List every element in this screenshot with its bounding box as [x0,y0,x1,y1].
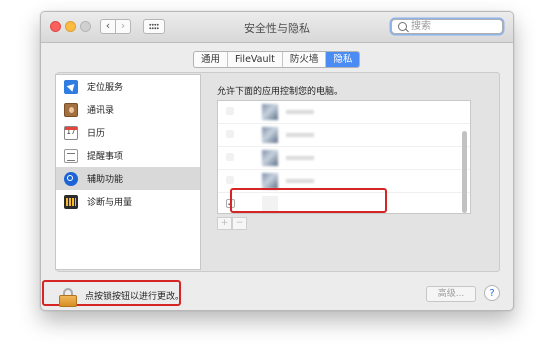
app-checkbox[interactable] [226,176,234,184]
search-placeholder: 搜索 [411,21,431,32]
sidebar-item-label: 辅助功能 [87,175,124,185]
sidebar-item-contacts[interactable]: 通讯录 [56,98,200,121]
advanced-button[interactable]: 高级... [426,286,476,302]
sidebar-item-label: 诊断与用量 [87,198,133,208]
sidebar-item-accessibility[interactable]: 辅助功能 [56,167,200,190]
sidebar-item-diagnostics[interactable]: 诊断与用量 [56,190,200,213]
app-checkbox[interactable] [226,107,234,115]
app-checkbox[interactable] [226,130,234,138]
blurred-app-name [286,110,314,114]
tab-filevault[interactable]: FileVault [228,52,283,67]
app-checkbox[interactable] [226,153,234,161]
tab-general[interactable]: 通用 [194,52,229,67]
tab-firewall[interactable]: 防火墙 [283,52,327,67]
blurred-app-name [286,156,314,160]
privacy-sidebar: 定位服务 通讯录 17 日历 提醒事项 辅助功能 诊断与用量 [55,74,201,270]
diagnostics-icon [64,194,78,209]
remove-app-button[interactable]: − [232,217,247,230]
lock-body [59,295,77,307]
list-item [218,101,470,124]
blurred-app-icon [262,104,278,120]
add-app-button[interactable]: + [217,217,232,230]
sidebar-item-label: 提醒事项 [87,152,124,162]
sidebar-item-reminders[interactable]: 提醒事项 [56,144,200,167]
list-scrollbar[interactable] [462,131,467,213]
sidebar-item-calendar[interactable]: 17 日历 [56,121,200,144]
preferences-window: ‹ › 安全性与隐私 搜索 通用 FileVault 防火墙 隐私 定位服务 通… [40,11,514,311]
blurred-app-name [286,179,314,183]
search-icon [398,22,407,31]
highlight-box-app-row [230,188,387,213]
lock-icon[interactable] [59,288,77,308]
title-bar: ‹ › 安全性与隐私 搜索 [41,12,513,43]
tab-bar: 通用 FileVault 防火墙 隐私 [193,51,361,68]
lock-status-text: 点按锁按钮以进行更改。 [85,292,185,302]
blurred-app-icon [262,150,278,166]
sidebar-item-label: 定位服务 [87,83,124,93]
accessibility-icon [64,171,78,186]
blurred-app-icon [262,127,278,143]
blurred-app-icon [262,173,278,189]
location-arrow-icon [64,79,78,94]
reminders-list-icon [64,148,78,163]
list-item [218,147,470,170]
sidebar-item-label: 通讯录 [87,106,115,116]
sidebar-item-location[interactable]: 定位服务 [56,75,200,98]
calendar-icon: 17 [64,125,78,140]
accessibility-description: 允许下面的应用控制您的电脑。 [217,87,344,97]
contacts-book-icon [64,102,78,117]
search-field[interactable]: 搜索 [391,19,503,34]
tab-privacy[interactable]: 隐私 [326,52,360,67]
blurred-app-name [286,133,314,137]
add-remove-control: + − [217,217,247,230]
sidebar-item-label: 日历 [87,129,106,139]
list-item [218,124,470,147]
help-button[interactable]: ? [484,285,500,301]
